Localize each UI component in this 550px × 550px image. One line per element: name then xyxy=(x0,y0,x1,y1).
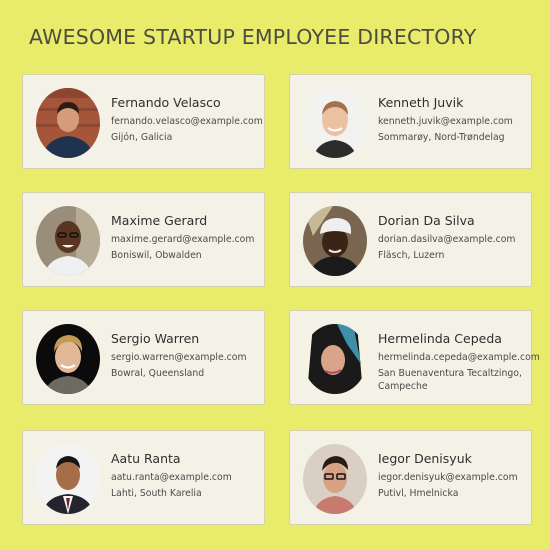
employee-email: aatu.ranta@example.com xyxy=(111,472,232,483)
employee-location: Fläsch, Luzern xyxy=(378,250,445,261)
employee-email: maxime.gerard@example.com xyxy=(111,234,255,245)
employee-location: Lahti, South Karelia xyxy=(111,488,202,499)
employee-name: Hermelinda Cepeda xyxy=(378,331,502,346)
employee-avatar xyxy=(36,206,100,276)
employee-card[interactable]: Hermelinda Cepeda hermelinda.cepeda@exam… xyxy=(289,310,540,405)
employee-email: sergio.warren@example.com xyxy=(111,352,247,363)
employee-name: Dorian Da Silva xyxy=(378,213,475,228)
employee-avatar xyxy=(36,88,100,158)
employee-avatar xyxy=(303,206,367,276)
employee-location: Boniswil, Obwalden xyxy=(111,250,202,261)
employee-card[interactable]: Aatu Ranta aatu.ranta@example.com Lahti,… xyxy=(22,430,265,525)
employee-avatar xyxy=(36,444,100,514)
employee-email: iegor.denisyuk@example.com xyxy=(378,472,518,483)
employee-card[interactable]: Iegor Denisyuk iegor.denisyuk@example.co… xyxy=(289,430,532,525)
employee-name: Maxime Gerard xyxy=(111,213,208,228)
employee-card[interactable]: Fernando Velasco fernando.velasco@exampl… xyxy=(22,74,265,169)
employee-name: Kenneth Juvik xyxy=(378,95,464,110)
employee-directory-page: AWESOME STARTUP EMPLOYEE DIRECTORY Ferna… xyxy=(0,0,550,550)
employee-card[interactable]: Maxime Gerard maxime.gerard@example.com … xyxy=(22,192,265,287)
employee-avatar xyxy=(303,88,367,158)
employee-card[interactable]: Dorian Da Silva dorian.dasilva@example.c… xyxy=(289,192,532,287)
employee-grid: Fernando Velasco fernando.velasco@exampl… xyxy=(22,74,540,526)
employee-card[interactable]: Sergio Warren sergio.warren@example.com … xyxy=(22,310,265,405)
employee-email: hermelinda.cepeda@example.com xyxy=(378,352,540,363)
employee-name: Sergio Warren xyxy=(111,331,200,346)
employee-email: dorian.dasilva@example.com xyxy=(378,234,516,245)
employee-email: fernando.velasco@example.com xyxy=(111,116,263,127)
employee-location: Bowral, Queensland xyxy=(111,368,205,379)
employee-name: Aatu Ranta xyxy=(111,451,181,466)
employee-avatar xyxy=(303,324,367,394)
employee-card[interactable]: Kenneth Juvik kenneth.juvik@example.com … xyxy=(289,74,532,169)
employee-name: Iegor Denisyuk xyxy=(378,451,472,466)
employee-avatar xyxy=(303,444,367,514)
employee-email: kenneth.juvik@example.com xyxy=(378,116,513,127)
employee-avatar xyxy=(36,324,100,394)
page-title: AWESOME STARTUP EMPLOYEE DIRECTORY xyxy=(29,25,477,49)
employee-location: Gijón, Galicia xyxy=(111,132,173,143)
employee-location: San Buenaventura Tecaltzingo, Campeche xyxy=(378,368,522,392)
employee-location: Sommarøy, Nord-Trøndelag xyxy=(378,132,505,143)
employee-name: Fernando Velasco xyxy=(111,95,221,110)
employee-location: Putivl, Hmelnicka xyxy=(378,488,459,499)
